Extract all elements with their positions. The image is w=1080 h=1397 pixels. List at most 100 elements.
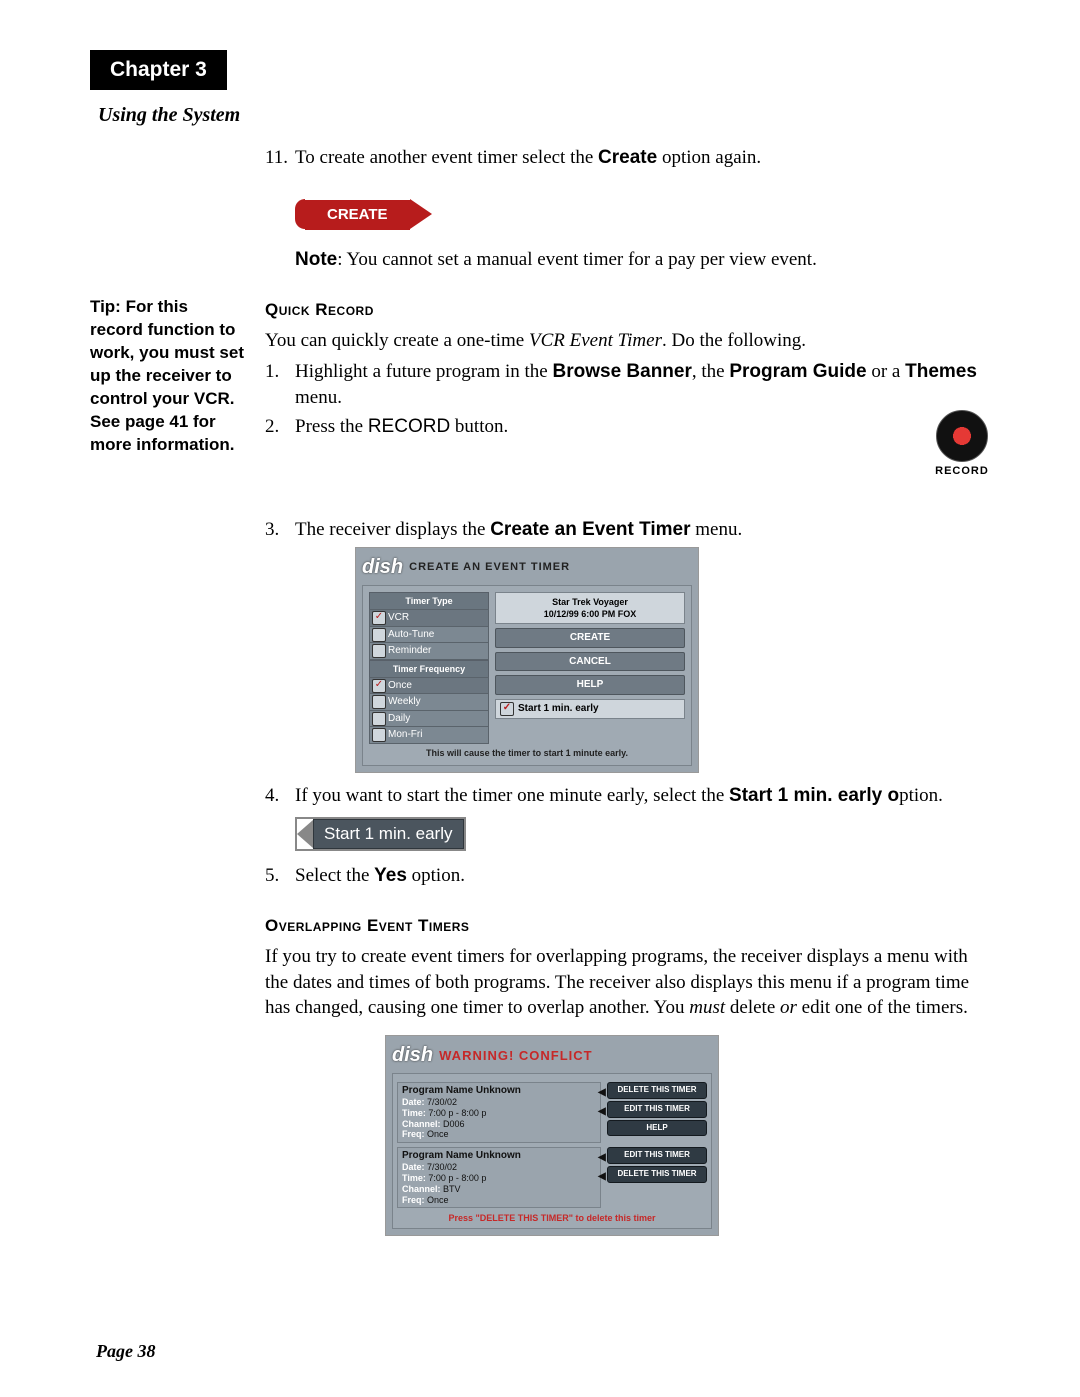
qr-step-4: 4. If you want to start the timer one mi… (265, 783, 990, 809)
label: Once (388, 680, 412, 691)
record-icon-label: RECORD (934, 464, 990, 479)
step-11: 11. To create another event timer select… (265, 145, 990, 171)
overlap-paragraph: If you try to create event timers for ov… (265, 944, 990, 1021)
ss-left-col: Timer Type ✓VCR Auto-Tune Reminder Timer… (369, 592, 489, 744)
screenshot-create-event-timer: dish CREATE AN EVENT TIMER Timer Type ✓V… (355, 547, 699, 773)
t: edit one of the timers. (797, 997, 968, 1018)
label: Start 1 min. early (518, 702, 599, 716)
conflict-row-2: Program Name Unknown Date: 7/30/02 Time:… (397, 1147, 707, 1208)
i: must (689, 997, 725, 1018)
arrow-icon: ◀ (598, 1151, 606, 1165)
r: Time: 7:00 p - 8:00 p (402, 1173, 596, 1184)
val: BTV (443, 1184, 461, 1194)
ss-warning-title: WARNING! CONFLICT (439, 1047, 592, 1065)
arrow-icon: ◀ (598, 1170, 606, 1184)
ss-start-early: ✓ Start 1 min. early (495, 699, 685, 719)
lbl: Channel: (402, 1184, 441, 1194)
ss-body: Program Name Unknown Date: 7/30/02 Time:… (392, 1073, 712, 1230)
b: Program Guide (729, 361, 866, 382)
step-body: The receiver displays the Create an Even… (295, 517, 990, 543)
b: Yes (374, 865, 407, 886)
content-row: Tip: For this record function to work, y… (90, 141, 990, 1246)
record-icon: RECORD (934, 410, 990, 479)
main-content: 11. To create another event timer select… (265, 141, 990, 1246)
r: Freq: Once (402, 1129, 596, 1140)
check-icon (372, 728, 386, 742)
pill-head (295, 199, 305, 229)
lbl: Time: (402, 1108, 426, 1118)
heading-quick-record: Quick Record (265, 299, 990, 322)
label: Reminder (388, 645, 431, 656)
pill-label: Start 1 min. early (313, 819, 464, 850)
val: 7/30/02 (427, 1162, 457, 1172)
b: Themes (905, 361, 977, 382)
step-body: To create another event timer select the… (295, 145, 990, 171)
r: Freq: Once (402, 1195, 596, 1206)
lbl: Channel: (402, 1119, 441, 1129)
note: Note: You cannot set a manual event time… (295, 247, 990, 273)
step-body: If you want to start the timer one minut… (295, 783, 990, 809)
line: Star Trek Voyager (498, 596, 682, 608)
check-icon: ✓ (500, 702, 514, 716)
b: Browse Banner (553, 361, 692, 382)
t: ption. (899, 785, 943, 806)
step-number: 1. (265, 359, 295, 410)
step-number: 4. (265, 783, 295, 809)
help-button: HELP (607, 1120, 707, 1137)
group-title: Timer Type (369, 592, 489, 610)
label: VCR (388, 612, 409, 623)
edit-timer-button: ◀EDIT THIS TIMER (607, 1147, 707, 1164)
ss-right-col: Star Trek Voyager 10/12/99 6:00 PM FOX C… (495, 592, 685, 744)
step-number: 11. (265, 145, 295, 171)
check-icon: ✓ (372, 611, 386, 625)
bold: Create (598, 147, 657, 168)
quick-record-intro: You can quickly create a one-time VCR Ev… (265, 328, 990, 354)
ss-create-button: CREATE (495, 628, 685, 648)
val: 7:00 p - 8:00 p (428, 1173, 486, 1183)
edit-timer-button: ◀EDIT THIS TIMER (607, 1101, 707, 1118)
line: 10/12/99 6:00 PM FOX (498, 608, 682, 620)
val: 7/30/02 (427, 1097, 457, 1107)
note-text: : You cannot set a manual event timer fo… (337, 249, 817, 270)
val: 7:00 p - 8:00 p (428, 1108, 486, 1118)
lbl: Freq: (402, 1195, 425, 1205)
r: Time: 7:00 p - 8:00 p (402, 1108, 596, 1119)
val: D006 (443, 1119, 465, 1129)
text: To create another event timer select the (295, 147, 598, 168)
ss-titlebar: dish WARNING! CONFLICT (392, 1042, 712, 1069)
italic: VCR Event Timer (529, 330, 662, 351)
create-button-pill: CREATE (295, 199, 432, 229)
step-number: 5. (265, 863, 295, 889)
b: Start 1 min. early o (729, 785, 899, 806)
ss-footer: Press "DELETE THIS TIMER" to delete this… (397, 1212, 707, 1224)
dish-logo: dish (362, 554, 403, 581)
check-icon (372, 628, 386, 642)
r: Channel: BTV (402, 1184, 596, 1195)
t: , the (692, 361, 729, 382)
lbl: Date: (402, 1162, 425, 1172)
conflict-info: Program Name Unknown Date: 7/30/02 Time:… (397, 1082, 601, 1143)
ss-item: Weekly (369, 693, 489, 711)
ss-cols: Timer Type ✓VCR Auto-Tune Reminder Timer… (369, 592, 685, 744)
conflict-buttons: ◀EDIT THIS TIMER ◀DELETE THIS TIMER (607, 1147, 707, 1208)
ss-title: CREATE AN EVENT TIMER (409, 560, 570, 575)
pill-notch (297, 820, 313, 848)
t: delete (725, 997, 780, 1018)
lbl: Freq: (402, 1129, 425, 1139)
delete-timer-button: ◀DELETE THIS TIMER (607, 1166, 707, 1183)
lbl: Date: (402, 1097, 425, 1107)
label: DELETE THIS TIMER (617, 1085, 696, 1094)
t: option. (407, 865, 465, 886)
r: Date: 7/30/02 (402, 1162, 596, 1173)
ss-cancel-button: CANCEL (495, 652, 685, 672)
heading-overlap: Overlapping Event Timers (265, 915, 990, 938)
pill-tail (410, 199, 432, 229)
qr-step-2: 2. RECORD Press the RECORD button. (265, 414, 990, 479)
check-icon (372, 695, 386, 709)
ss-item: Reminder (369, 642, 489, 660)
step-number: 2. (265, 414, 295, 479)
ss-item: ✓VCR (369, 609, 489, 627)
ss-item: Mon-Fri (369, 726, 489, 744)
step-body: Highlight a future program in the Browse… (295, 359, 990, 410)
t: menu. (295, 387, 342, 408)
